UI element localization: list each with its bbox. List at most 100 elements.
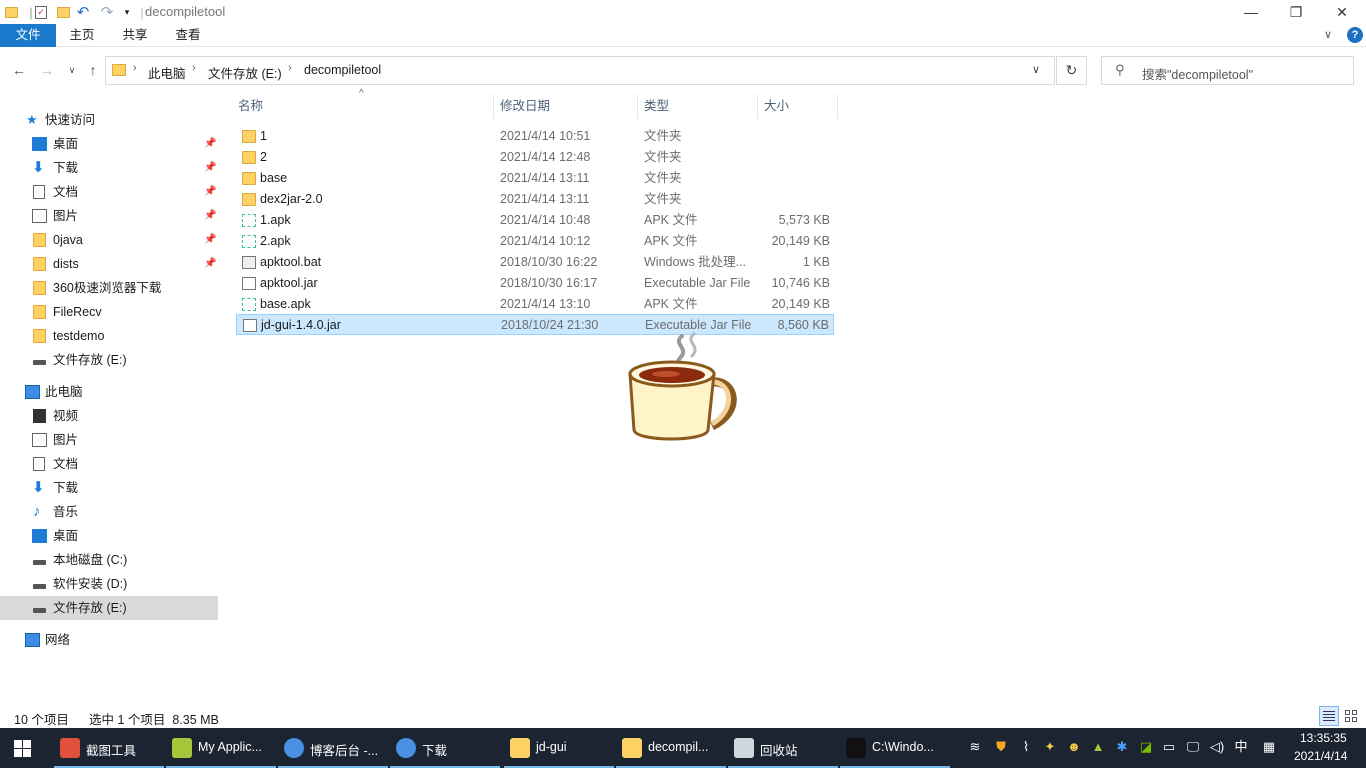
file-row[interactable]: base.apk 2021/4/14 13:10 APK 文件 20,149 KB — [236, 294, 834, 315]
sidebar-item-drive-d[interactable]: 软件安装 (D:) — [0, 572, 218, 596]
picture-icon — [32, 209, 47, 223]
sidebar-item-pc-desktop[interactable]: 桌面 — [0, 524, 218, 548]
sidebar-item-desktop[interactable]: 桌面 📌 — [0, 132, 218, 156]
sidebar-item-pc-documents[interactable]: 文档 — [0, 452, 218, 476]
taskbar-item[interactable]: 回收站 — [728, 728, 838, 768]
address-bar[interactable]: › 此电脑 › 文件存放 (E:) › decompiletool ∨ — [105, 56, 1055, 85]
new-folder-icon[interactable] — [54, 3, 72, 21]
asterisk-icon[interactable]: ✱ — [1114, 739, 1130, 755]
minimize-button[interactable]: — — [1228, 0, 1274, 24]
undo-icon[interactable]: ↶ — [74, 3, 92, 21]
forward-icon[interactable]: → — [38, 61, 56, 79]
tab-home[interactable]: 主页 — [60, 24, 104, 47]
breadcrumb-separator[interactable]: › — [288, 62, 292, 74]
tab-file[interactable]: 文件 — [0, 24, 56, 47]
pin-icon[interactable]: 📌 — [204, 132, 216, 156]
recent-locations-icon[interactable]: ∨ — [63, 61, 81, 79]
taskbar-item[interactable]: 下载 — [390, 728, 500, 768]
feed-icon[interactable]: ⌇ — [1018, 739, 1034, 755]
sidebar-this-pc[interactable]: 此电脑 — [0, 380, 218, 404]
sidebar-item-downloads[interactable]: ⬇ 下载 📌 — [0, 156, 218, 180]
breadcrumb-separator[interactable]: › — [133, 62, 137, 74]
help-icon[interactable]: ? — [1347, 27, 1363, 43]
sidebar-item-pc-downloads[interactable]: ⬇ 下载 — [0, 476, 218, 500]
refresh-button[interactable]: ↻ — [1056, 56, 1087, 85]
column-type[interactable]: 类型 — [638, 94, 758, 119]
breadcrumb-this-pc[interactable]: 此电脑 — [148, 63, 186, 82]
sidebar-item-testdemo[interactable]: testdemo — [0, 324, 218, 348]
column-date[interactable]: 修改日期 — [494, 94, 638, 119]
sidebar-item-music[interactable]: ♪ 音乐 — [0, 500, 218, 524]
breadcrumb-drive-e[interactable]: 文件存放 (E:) — [208, 63, 282, 82]
tab-view[interactable]: 查看 — [166, 24, 210, 47]
address-dropdown-icon[interactable]: ∨ — [1032, 63, 1040, 76]
search-box[interactable]: ⚲ 搜索"decompiletool" — [1101, 56, 1354, 85]
tab-share[interactable]: 共享 — [113, 24, 157, 47]
search-placeholder[interactable]: 搜索"decompiletool" — [1142, 64, 1253, 83]
taskbar-item[interactable]: C:\Windo... — [840, 728, 950, 768]
sidebar-item-documents[interactable]: 文档 📌 — [0, 180, 218, 204]
sidebar-item-videos[interactable]: 视频 — [0, 404, 218, 428]
pin-icon[interactable]: 📌 — [204, 252, 216, 276]
pin-icon[interactable]: 📌 — [204, 180, 216, 204]
taskbar-item[interactable]: 博客后台 -... — [278, 728, 388, 768]
file-row[interactable]: 1.apk 2021/4/14 10:48 APK 文件 5,573 KB — [236, 210, 834, 231]
taskbar-item[interactable]: My Applic... — [166, 728, 276, 768]
sidebar-item-drive-c[interactable]: 本地磁盘 (C:) — [0, 548, 218, 572]
sidebar-item-drive-e[interactable]: 文件存放 (E:) — [0, 596, 218, 620]
taskbar-item[interactable]: decompil... — [616, 728, 726, 768]
start-icon[interactable] — [14, 740, 32, 757]
sidebar-quick-access[interactable]: ★ 快速访问 — [0, 108, 218, 132]
wifi-icon[interactable]: ≋ — [967, 739, 983, 755]
sidebar-item-360-downloads[interactable]: 360极速浏览器下载 — [0, 276, 218, 300]
sidebar-network[interactable]: 网络 — [0, 628, 218, 652]
sidebar-item-0java[interactable]: 0java 📌 — [0, 228, 218, 252]
keyboard-icon[interactable]: ▦ — [1261, 739, 1277, 755]
taskbar-item[interactable]: jd-gui — [504, 728, 614, 768]
pin-icon[interactable]: 📌 — [204, 204, 216, 228]
file-row[interactable]: base 2021/4/14 13:11 文件夹 — [236, 168, 834, 189]
breadcrumb-decompiletool[interactable]: decompiletool — [304, 63, 381, 77]
back-icon[interactable]: ← — [10, 61, 28, 79]
file-row[interactable]: 2 2021/4/14 12:48 文件夹 — [236, 147, 834, 168]
file-row[interactable]: jd-gui-1.4.0.jar 2018/10/24 21:30 Executab… — [236, 314, 834, 335]
taskbar-item[interactable]: 截图工具 — [54, 728, 164, 768]
sidebar-item-drive-e-quick[interactable]: 文件存放 (E:) — [0, 348, 218, 372]
column-size[interactable]: 大小 — [758, 94, 838, 119]
breadcrumb-separator[interactable]: › — [192, 62, 196, 74]
column-name[interactable]: 名称 — [232, 94, 494, 119]
file-row[interactable]: 2.apk 2021/4/14 10:12 APK 文件 20,149 KB — [236, 231, 834, 252]
file-row[interactable]: apktool.bat 2018/10/30 16:22 Windows 批处理..… — [236, 252, 834, 273]
network-icon[interactable]: 🖵 — [1185, 739, 1201, 755]
volume-icon[interactable]: ◁) — [1209, 739, 1225, 755]
pinwheel-icon[interactable]: ✦ — [1042, 739, 1058, 755]
ime-indicator[interactable]: 中 — [1233, 739, 1249, 755]
properties-icon[interactable]: ✓ — [32, 3, 50, 21]
column-header: 名称 修改日期 类型 大小 — [232, 94, 842, 119]
file-row[interactable]: dex2jar-2.0 2021/4/14 13:11 文件夹 — [236, 189, 834, 210]
close-button[interactable]: ✕ — [1319, 0, 1365, 24]
usb-icon[interactable]: ▭ — [1161, 739, 1177, 755]
large-icons-view-icon[interactable] — [1343, 708, 1359, 724]
pin-icon[interactable]: 📌 — [204, 156, 216, 180]
clock-time[interactable]: 13:35:35 — [1300, 731, 1347, 745]
redo-icon[interactable]: ↷ — [98, 3, 116, 21]
smiley-icon[interactable]: ☻ — [1066, 739, 1082, 755]
file-row[interactable]: 1 2021/4/14 10:51 文件夹 — [236, 126, 834, 147]
clock-date[interactable]: 2021/4/14 — [1294, 749, 1347, 763]
up-icon[interactable]: ↑ — [84, 61, 102, 79]
pin-icon[interactable]: 📌 — [204, 228, 216, 252]
sidebar-item-dists[interactable]: dists 📌 — [0, 252, 218, 276]
sidebar-item-filerecv[interactable]: FileRecv — [0, 300, 218, 324]
android-icon[interactable]: ▲ — [1090, 739, 1106, 755]
restore-button[interactable]: ❐ — [1273, 0, 1319, 24]
navigation-pane: ★ 快速访问 桌面 📌 ⬇ 下载 📌 文档 📌 图片 📌 0java 📌 dis… — [0, 96, 218, 708]
sidebar-item-pictures[interactable]: 图片 📌 — [0, 204, 218, 228]
nvidia-icon[interactable]: ◪ — [1138, 739, 1154, 755]
sidebar-item-pc-pictures[interactable]: 图片 — [0, 428, 218, 452]
shield-icon[interactable]: ⛊ — [993, 739, 1009, 755]
ribbon-collapse-icon[interactable]: ∨ — [1324, 28, 1332, 41]
picture-icon — [32, 433, 47, 447]
file-row[interactable]: apktool.jar 2018/10/30 16:17 Executable Ja… — [236, 273, 834, 294]
details-view-icon[interactable] — [1319, 706, 1339, 726]
